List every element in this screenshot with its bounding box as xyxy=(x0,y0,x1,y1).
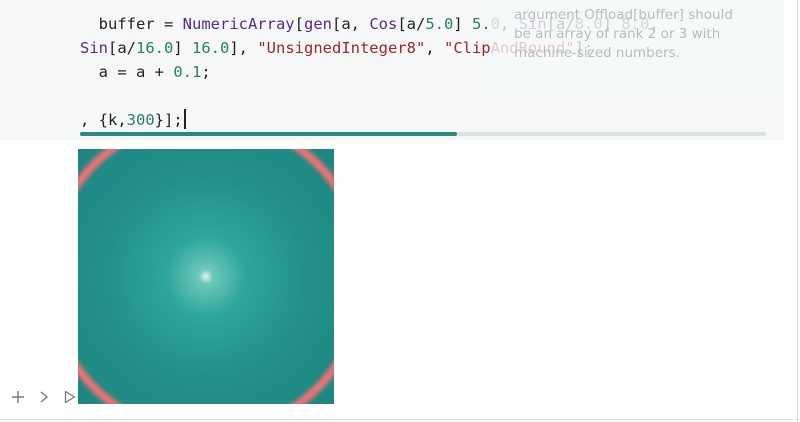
code-token: [a/ xyxy=(397,15,426,33)
code-cell-input[interactable]: buffer = NumericArray[gen[a, Cos[a/5.0] … xyxy=(0,0,784,140)
code-token: NumericArray xyxy=(182,15,295,33)
add-cell-button[interactable] xyxy=(8,387,28,407)
code-token: 16.0 xyxy=(192,39,230,57)
code-token: ] xyxy=(453,15,472,33)
code-token: [ xyxy=(294,15,304,33)
code-token: , {k, xyxy=(80,111,127,129)
text-cursor xyxy=(183,109,186,129)
code-token: ] xyxy=(173,39,192,57)
ring-overlay xyxy=(78,149,334,404)
output-image xyxy=(78,149,334,404)
error-tooltip-text: argument Offload[buffer] should be an ar… xyxy=(514,7,733,61)
code-token: Sin xyxy=(80,39,108,57)
code-token: 0.1 xyxy=(173,63,202,81)
code-line[interactable]: , {k,300}]; xyxy=(80,108,659,132)
progress-bar-fill xyxy=(80,132,458,136)
play-icon xyxy=(64,390,76,404)
expand-button[interactable] xyxy=(34,387,54,407)
code-token: 16.0 xyxy=(136,39,174,57)
code-token: Cos xyxy=(369,15,398,33)
chevron-right-icon xyxy=(40,391,49,403)
code-token: buffer = xyxy=(80,15,183,33)
code-token: , xyxy=(425,39,444,57)
code-token: [a/ xyxy=(108,39,136,57)
code-token: gen xyxy=(303,15,332,33)
code-token: ], xyxy=(229,39,258,57)
plus-icon xyxy=(12,391,24,403)
code-token: 300 xyxy=(126,111,155,129)
cell-toolbar xyxy=(8,384,80,410)
window-border-right xyxy=(797,0,798,422)
window-border-bottom xyxy=(0,419,800,420)
code-token: ; xyxy=(201,63,211,81)
run-button[interactable] xyxy=(60,387,80,407)
code-token: a = a + xyxy=(80,63,174,81)
progress-bar xyxy=(80,132,766,136)
code-token: "UnsignedInteger8" xyxy=(257,39,426,57)
code-token: [a, xyxy=(331,15,370,33)
code-token: }]; xyxy=(154,111,183,129)
code-token: 5.0 xyxy=(425,15,454,33)
error-tooltip: argument Offload[buffer] should be an ar… xyxy=(490,0,784,95)
